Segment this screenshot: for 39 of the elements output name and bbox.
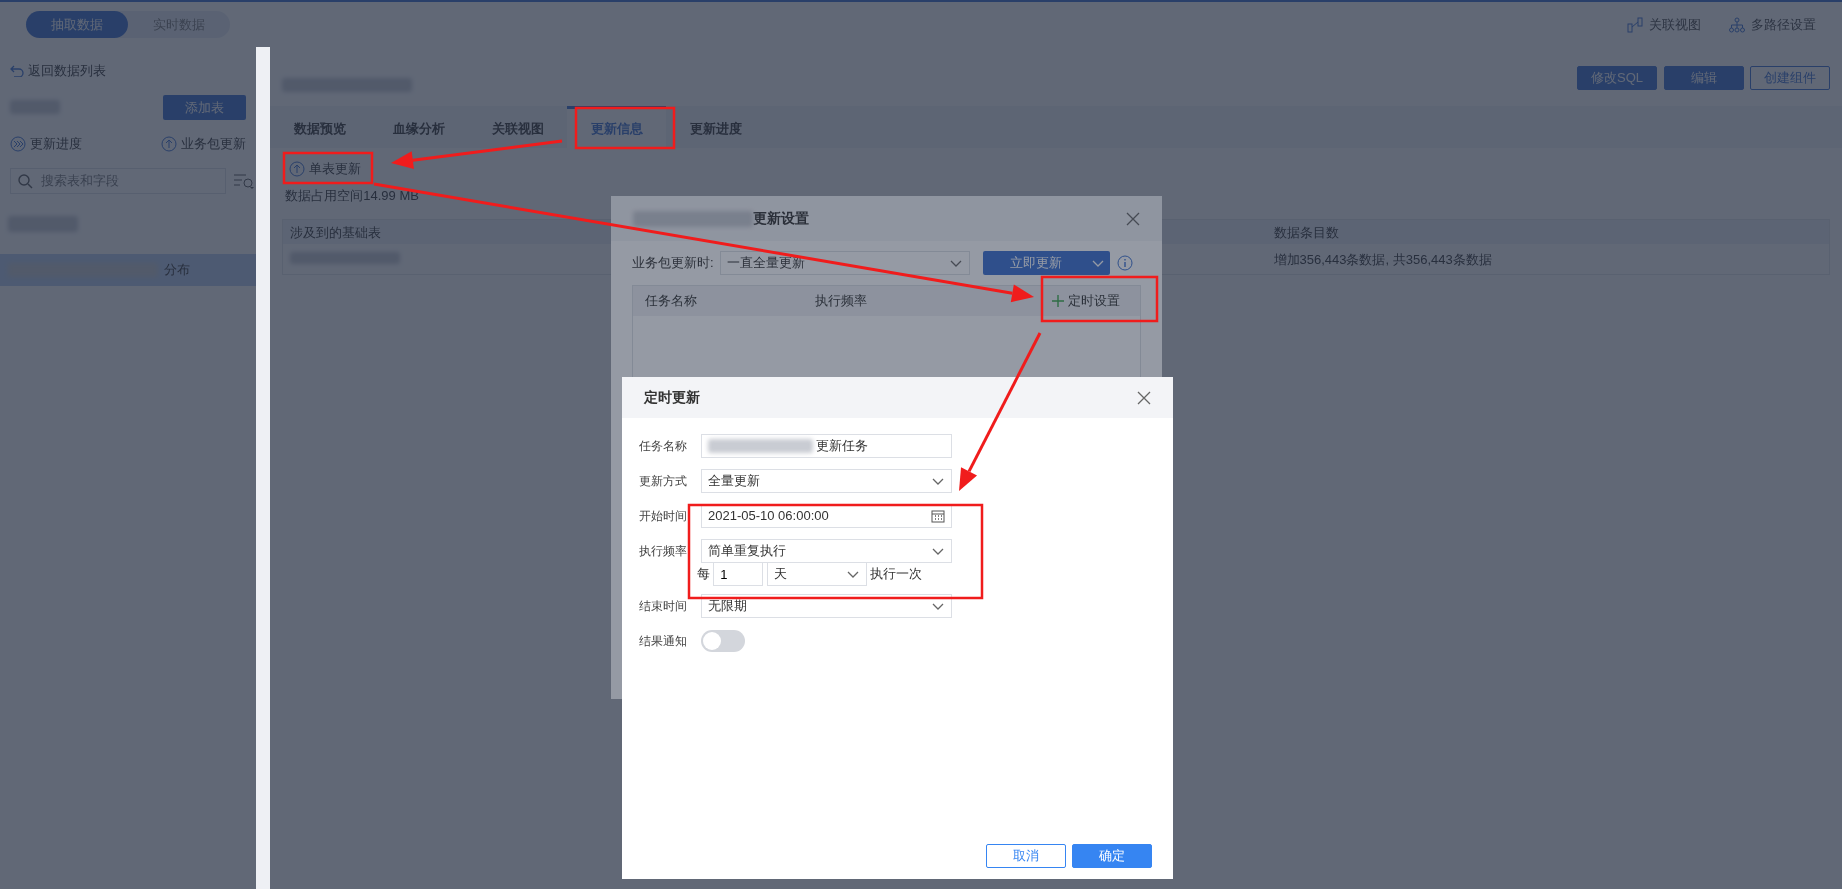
- upload-icon: [161, 135, 177, 152]
- plus-icon: [1052, 295, 1064, 307]
- column-header: 任务名称: [645, 292, 698, 311]
- field-label: 结束时间: [639, 597, 688, 615]
- close-icon: [1126, 211, 1140, 226]
- hierarchy-icon: [1729, 16, 1745, 33]
- info-icon: [1116, 255, 1133, 271]
- toggle-switch[interactable]: [701, 629, 745, 652]
- field-label: 执行一次: [869, 565, 922, 584]
- calendar-icon: [931, 508, 945, 523]
- confirm-button[interactable]: 确定: [1072, 844, 1152, 868]
- schedule-button[interactable]: 定时设置: [1068, 291, 1120, 311]
- count-field[interactable]: 1: [713, 562, 764, 586]
- tab[interactable]: 更新信息: [567, 106, 666, 148]
- field-label: 执行频率: [639, 542, 688, 560]
- field-label: 每: [697, 565, 710, 584]
- select-field[interactable]: 天: [766, 562, 867, 586]
- cancel-button[interactable]: 取消: [985, 844, 1066, 868]
- update-now-button[interactable]: 立即更新: [983, 251, 1111, 275]
- filter-icon: [232, 171, 255, 190]
- upload-icon: [288, 160, 305, 177]
- select-field[interactable]: 简单重复执行: [701, 538, 952, 563]
- back-icon: [10, 64, 24, 77]
- date-field[interactable]: 2021-05-10 06:00:00: [701, 503, 952, 528]
- field-label: 开始时间: [639, 507, 688, 525]
- field-label: 任务名称: [639, 437, 688, 455]
- fast-forward-icon: [10, 135, 26, 152]
- dialog-title: 更新设置: [753, 209, 809, 228]
- field-label: 结果通知: [639, 632, 688, 650]
- column-header: 执行频率: [815, 292, 868, 311]
- field-label: 更新方式: [639, 472, 688, 490]
- select-field[interactable]: 无限期: [701, 593, 952, 618]
- text-field[interactable]: 更新任务: [701, 433, 952, 458]
- field-label: 业务包更新时:: [632, 254, 714, 273]
- select-field[interactable]: 全量更新: [701, 468, 952, 493]
- search-icon: [17, 172, 33, 189]
- dialog-title: 定时更新: [644, 388, 700, 407]
- close-icon: [1137, 390, 1151, 405]
- chart-icon: [1627, 16, 1643, 33]
